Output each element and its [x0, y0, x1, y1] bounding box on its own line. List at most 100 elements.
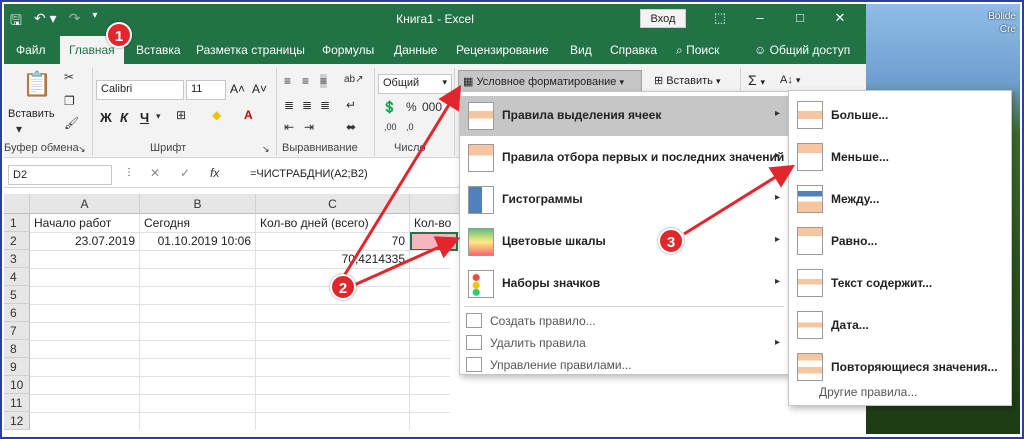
tell-me-search[interactable]: ⌕ Поиск: [676, 43, 719, 58]
merge-center-icon[interactable]: ⬌: [346, 120, 356, 134]
decrease-indent-icon[interactable]: ⇤: [284, 120, 294, 134]
cut-icon[interactable]: ✂: [64, 70, 74, 84]
submenu-item-text-contains[interactable]: Текст содержит...: [789, 263, 1011, 303]
align-right-icon[interactable]: ≣: [320, 98, 330, 112]
underline-button[interactable]: Ч: [140, 110, 149, 125]
menu-item-clear-rules[interactable]: Удалить правила ▸: [460, 332, 788, 354]
submenu-item-more-rules[interactable]: Другие правила...: [819, 385, 917, 399]
cancel-icon[interactable]: ✕: [150, 166, 160, 180]
row-header[interactable]: 5: [4, 286, 30, 304]
align-left-icon[interactable]: ≣: [284, 98, 294, 112]
tab-file[interactable]: Файл: [16, 43, 46, 57]
row-header[interactable]: 9: [4, 358, 30, 376]
row-header[interactable]: 11: [4, 394, 30, 412]
enter-icon[interactable]: ✓: [180, 166, 190, 180]
column-header-a[interactable]: A: [30, 194, 140, 214]
italic-button[interactable]: К: [120, 110, 128, 125]
formula-input[interactable]: =ЧИСТРАБДНИ(A2;B2): [250, 168, 368, 180]
submenu-item-equal-to[interactable]: Равно...: [789, 221, 1011, 261]
tab-page-layout[interactable]: Разметка страницы: [196, 43, 305, 57]
row-header[interactable]: 12: [4, 412, 30, 430]
row-header[interactable]: 10: [4, 376, 30, 394]
row-header[interactable]: 4: [4, 268, 30, 286]
align-bottom-icon[interactable]: ≡: [320, 74, 328, 88]
wrap-text-icon[interactable]: ↵: [346, 98, 356, 112]
cell-c3[interactable]: 70,4214335: [256, 250, 410, 269]
submenu-item-between[interactable]: Между...: [789, 179, 1011, 219]
paste-label[interactable]: Вставить: [8, 108, 55, 120]
submenu-item-date[interactable]: Дата...: [789, 305, 1011, 345]
decrease-decimal-icon[interactable]: ,0: [406, 122, 414, 132]
select-all-corner[interactable]: [4, 194, 30, 214]
submenu-item-greater-than[interactable]: Больше...: [789, 95, 1011, 135]
menu-item-new-rule[interactable]: Создать правило...: [460, 310, 788, 332]
comma-style-icon[interactable]: 000: [422, 100, 442, 114]
menu-item-highlight-rules[interactable]: Правила выделения ячеек ▸: [460, 96, 788, 136]
sort-filter-button[interactable]: A↓ ▾: [780, 74, 800, 86]
cell-c2[interactable]: 70: [256, 232, 410, 251]
borders-icon[interactable]: ⊞: [176, 108, 186, 122]
format-painter-icon[interactable]: 🖌: [64, 116, 79, 130]
underline-dropdown-icon[interactable]: ▾: [156, 111, 161, 122]
copy-icon[interactable]: ❐: [64, 94, 75, 108]
menu-item-icon-sets[interactable]: Наборы значков ▸: [460, 264, 788, 304]
tab-view[interactable]: Вид: [570, 43, 592, 57]
save-icon[interactable]: 🖫: [10, 10, 22, 34]
fill-color-icon[interactable]: ◆: [212, 108, 221, 122]
row-header[interactable]: 7: [4, 322, 30, 340]
tab-data[interactable]: Данные: [394, 43, 437, 57]
row-header[interactable]: 1: [4, 214, 30, 232]
font-launcher-icon[interactable]: ↘: [262, 144, 270, 155]
cell-a2[interactable]: 23.07.2019: [30, 232, 140, 251]
insert-cells-button[interactable]: ⊞ Вставить ▾: [654, 74, 721, 87]
increase-decimal-icon[interactable]: ,00: [384, 122, 397, 132]
align-middle-icon[interactable]: ≡: [302, 74, 309, 88]
maximize-icon[interactable]: □: [780, 8, 820, 28]
share-button[interactable]: ☺ Общий доступ: [754, 43, 850, 57]
row-header[interactable]: 3: [4, 250, 30, 268]
name-box[interactable]: D2: [8, 165, 112, 185]
font-shrink-icon[interactable]: A˅: [252, 82, 267, 96]
cell-a1[interactable]: Начало работ: [30, 214, 140, 233]
customize-qat-icon[interactable]: ▾: [92, 10, 97, 34]
number-format-select[interactable]: Общий ▾: [378, 74, 452, 94]
menu-item-top-bottom[interactable]: Правила отбора первых и последних значен…: [460, 138, 788, 178]
cell-d2[interactable]: [410, 232, 458, 251]
menu-item-data-bars[interactable]: Гистограммы ▸: [460, 180, 788, 220]
font-color-icon[interactable]: A: [244, 108, 253, 122]
tab-formulas[interactable]: Формулы: [322, 43, 374, 57]
font-size-select[interactable]: 11: [186, 80, 226, 100]
insert-function-icon[interactable]: fx: [210, 166, 219, 180]
cell-b2[interactable]: 01.10.2019 10:06: [140, 232, 256, 251]
percent-icon[interactable]: %: [406, 100, 417, 114]
row-header[interactable]: 8: [4, 340, 30, 358]
menu-item-color-scales[interactable]: Цветовые шкалы ▸: [460, 222, 788, 262]
align-center-icon[interactable]: ≣: [302, 98, 312, 112]
paste-dropdown-icon[interactable]: ▾: [16, 122, 22, 136]
formula-bar-menu-icon[interactable]: ⋮: [124, 167, 134, 178]
cell-c1[interactable]: Кол-во дней (всего): [256, 214, 410, 233]
column-header-b[interactable]: B: [140, 194, 256, 214]
increase-indent-icon[interactable]: ⇥: [304, 120, 314, 134]
autosum-button[interactable]: Σ ▾: [748, 72, 765, 88]
cell-b1[interactable]: Сегодня: [140, 214, 256, 233]
close-icon[interactable]: ✕: [820, 8, 860, 28]
submenu-item-duplicate-values[interactable]: Повторяющиеся значения...: [789, 347, 1011, 387]
tab-review[interactable]: Рецензирование: [456, 43, 549, 57]
redo-icon[interactable]: ↷: [69, 10, 81, 34]
orientation-icon[interactable]: ab↗: [344, 74, 364, 85]
font-name-select[interactable]: Calibri: [96, 80, 184, 100]
font-grow-icon[interactable]: A˄: [230, 82, 245, 96]
currency-icon[interactable]: 💲: [382, 100, 397, 114]
bold-button[interactable]: Ж: [100, 110, 112, 125]
paste-icon[interactable]: 📋: [22, 70, 52, 99]
align-top-icon[interactable]: ≡: [284, 74, 291, 88]
tab-help[interactable]: Справка: [610, 43, 657, 57]
row-header[interactable]: 6: [4, 304, 30, 322]
undo-icon[interactable]: ↶ ▾: [34, 10, 57, 34]
clipboard-launcher-icon[interactable]: ↘: [78, 144, 86, 155]
submenu-item-less-than[interactable]: Меньше...: [789, 137, 1011, 177]
ribbon-display-icon[interactable]: ⬚: [700, 8, 740, 28]
conditional-formatting-button[interactable]: ▦ Условное форматирование ▾: [458, 70, 642, 92]
menu-item-manage-rules[interactable]: Управление правилами...: [460, 354, 788, 376]
